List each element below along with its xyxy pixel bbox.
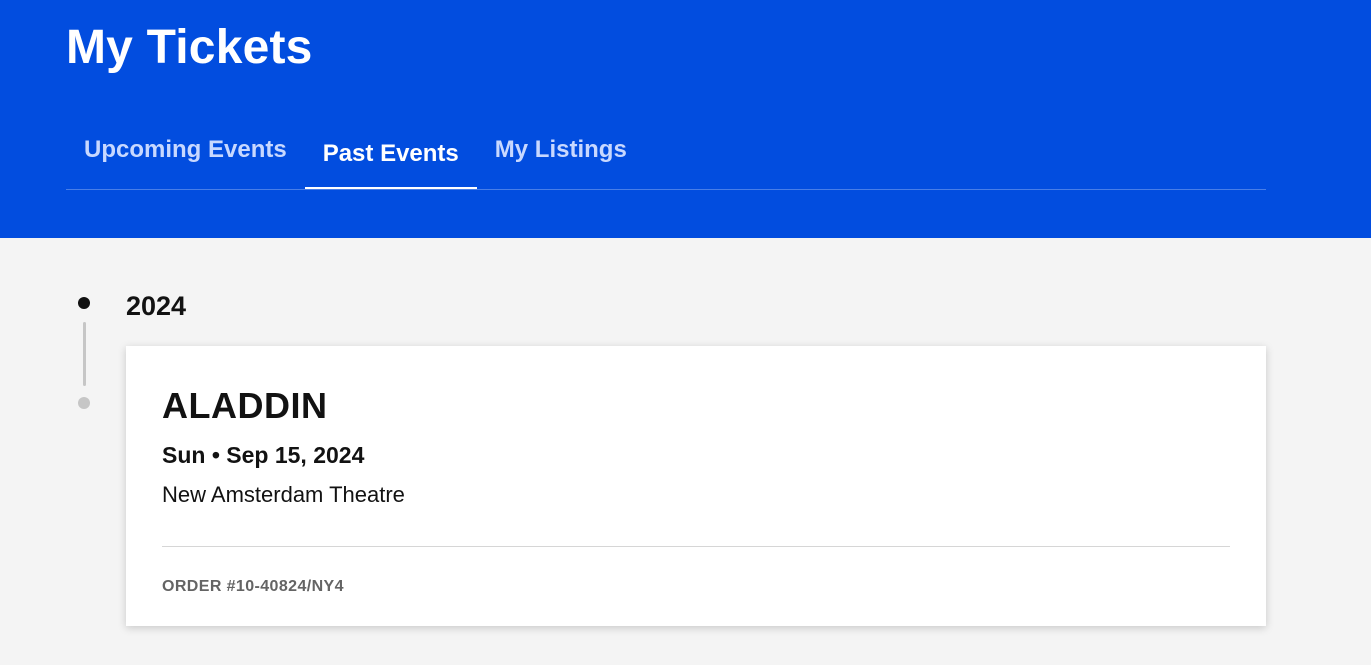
tab-my-listings[interactable]: My Listings bbox=[477, 116, 645, 184]
event-venue: New Amsterdam Theatre bbox=[162, 482, 405, 507]
timeline-line bbox=[83, 322, 86, 386]
header-banner: My Tickets Upcoming Events Past Events M… bbox=[0, 0, 1371, 238]
event-card[interactable]: ALADDIN Sun • Sep 15, 2024 New Amsterdam… bbox=[126, 346, 1266, 626]
page-title: My Tickets bbox=[66, 21, 313, 74]
tab-past-events[interactable]: Past Events bbox=[304, 116, 477, 189]
timeline-dot-end bbox=[78, 397, 90, 409]
tab-upcoming-events[interactable]: Upcoming Events bbox=[66, 116, 305, 184]
year-heading: 2024 bbox=[126, 291, 187, 321]
tab-bar: Upcoming Events Past Events My Listings bbox=[66, 120, 1266, 190]
card-divider bbox=[162, 546, 1230, 547]
timeline-dot bbox=[78, 297, 90, 309]
order-number: ORDER #10-40824/NY4 bbox=[162, 578, 344, 595]
event-name: ALADDIN bbox=[162, 385, 328, 426]
event-date: Sun • Sep 15, 2024 bbox=[162, 442, 365, 468]
